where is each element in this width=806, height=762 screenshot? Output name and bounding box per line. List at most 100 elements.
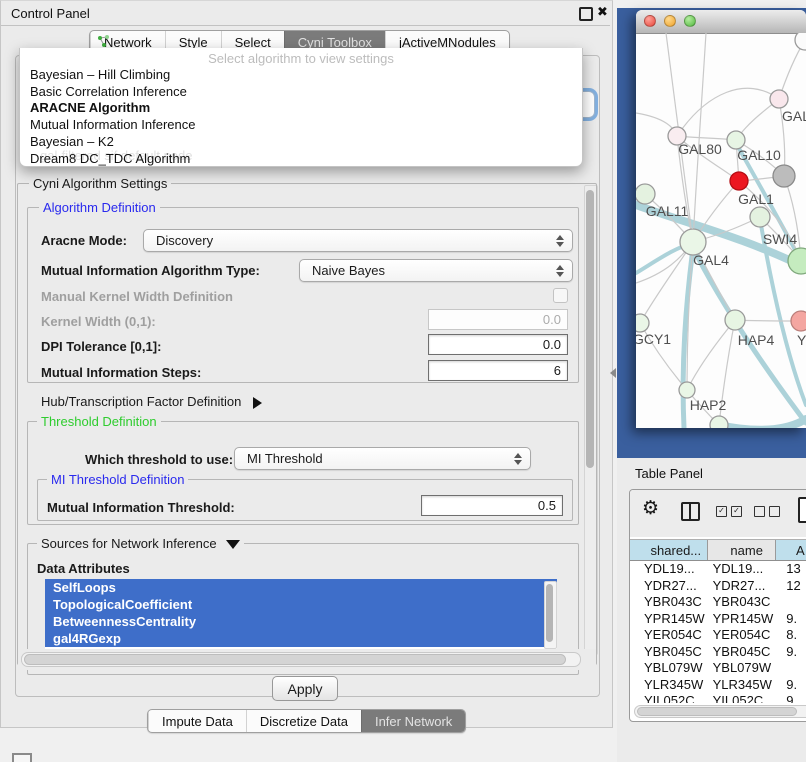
aracne-mode-label: Aracne Mode:	[41, 233, 127, 248]
tab-label: Infer Network	[375, 711, 452, 732]
network-node[interactable]	[791, 311, 806, 331]
network-node[interactable]	[636, 314, 649, 332]
cyni-bottom-tab[interactable]: Impute Data	[148, 710, 246, 732]
aracne-mode-combo[interactable]: Discovery	[143, 229, 573, 252]
network-node-label: GAL10	[737, 147, 781, 163]
which-threshold-value: MI Threshold	[247, 451, 323, 466]
network-node[interactable]	[788, 248, 806, 274]
data-attribute-item[interactable]: BetweennessCentrality	[45, 613, 557, 630]
network-node[interactable]	[730, 172, 748, 190]
network-view-window: GALGAL80GAL10GAL1GAL11SWI4GAL4GCY1HAP4YH…	[636, 10, 806, 428]
table-row[interactable]: YBR045C YBR045C 9.	[630, 644, 806, 661]
panel-splitter-arrow[interactable]	[610, 368, 616, 378]
mi-threshold-input[interactable]: 0.5	[421, 495, 563, 516]
deselect-all-checks-icon[interactable]	[754, 506, 780, 517]
network-window-titlebar[interactable]	[636, 10, 806, 34]
table-row[interactable]: YLR345W YLR345W 9.	[630, 677, 806, 694]
hub-definition-label: Hub/Transcription Factor Definition	[41, 394, 241, 409]
algorithm-list: Bayesian – Hill ClimbingBasic Correlatio…	[20, 67, 582, 167]
network-node-label: GAL	[782, 108, 806, 124]
settings-hscrollbar[interactable]	[21, 652, 581, 667]
apply-button[interactable]: Apply	[272, 676, 338, 701]
control-panel: Control Panel ✖ Network Style Select Cyn…	[0, 0, 613, 728]
sources-legend[interactable]: Sources for Network Inference	[37, 536, 244, 551]
network-node[interactable]	[750, 207, 770, 227]
table-row[interactable]: YBL079W YBL079W	[630, 660, 806, 677]
minimize-traffic-light[interactable]	[664, 15, 676, 27]
cell-shared-name: YDL19...	[630, 561, 709, 578]
cell-value: 12	[776, 578, 806, 595]
float-window-icon[interactable]	[579, 7, 593, 21]
manual-kernel-checkbox[interactable]	[553, 288, 568, 303]
corner-grip-icon[interactable]	[12, 753, 32, 762]
attr-list-vscrollbar-thumb[interactable]	[546, 584, 553, 642]
document-icon[interactable]	[798, 497, 806, 523]
gear-icon[interactable]: ⚙	[642, 499, 659, 519]
cell-value: 9.	[776, 611, 806, 628]
data-attribute-item[interactable]: SelfLoops	[45, 579, 557, 596]
apply-button-label: Apply	[287, 681, 322, 697]
select-all-checks-icon[interactable]: ✓ ✓	[716, 506, 742, 517]
table-row[interactable]: YDR27... YDR27... 12	[630, 578, 806, 595]
cyni-bottom-tab[interactable]: Discretize Data	[246, 710, 361, 732]
column-header-shared-name[interactable]: shared...	[630, 540, 708, 560]
algorithm-list-item[interactable]: ARACNE Algorithm	[20, 100, 582, 117]
which-threshold-combo[interactable]: MI Threshold	[234, 447, 531, 470]
network-node[interactable]	[725, 310, 745, 330]
close-traffic-light[interactable]	[644, 15, 656, 27]
algorithm-list-item[interactable]: Bayesian – Hill Climbing	[20, 67, 582, 84]
mi-type-combo[interactable]: Naive Bayes	[299, 259, 573, 282]
titlebar-divider	[1, 25, 610, 26]
tab-label: Discretize Data	[260, 711, 348, 732]
cell-value: 9.	[776, 677, 806, 694]
algorithm-list-item[interactable]: Dream8 DC_TDC Algorithm	[20, 151, 582, 168]
column-header-partial[interactable]: A	[776, 540, 806, 560]
cell-name: YBR045C	[709, 644, 777, 661]
table-header-row: shared... name A	[630, 539, 806, 561]
cell-value	[776, 594, 806, 611]
table-row[interactable]: YER054C YER054C 8.	[630, 627, 806, 644]
cell-name: YDR27...	[709, 578, 777, 595]
network-node[interactable]	[710, 416, 728, 428]
close-icon[interactable]: ✖	[597, 4, 608, 20]
table-hscrollbar[interactable]	[634, 705, 806, 718]
column-header-name[interactable]: name	[708, 540, 776, 560]
cyni-bottom-tab[interactable]: Infer Network	[361, 710, 465, 732]
table-hscrollbar-thumb[interactable]	[637, 707, 797, 716]
algorithm-list-item[interactable]: Bayesian – K2	[20, 134, 582, 151]
split-columns-icon[interactable]	[681, 502, 700, 521]
network-node-label: HAP4	[738, 332, 775, 348]
collapse-arrow-icon	[226, 540, 240, 549]
data-attribute-item[interactable]: TopologicalCoefficient	[45, 596, 557, 613]
table-row[interactable]: YBR043C YBR043C	[630, 594, 806, 611]
network-node-label: GAL11	[646, 203, 689, 219]
table-row[interactable]: YIL052C YIL052C 9.	[630, 693, 806, 703]
network-node-label: GAL4	[693, 252, 729, 268]
kernel-width-input[interactable]: 0.0	[428, 309, 568, 330]
mi-threshold-legend: MI Threshold Definition	[47, 472, 188, 487]
algorithm-list-item[interactable]: Basic Correlation Inference	[20, 84, 582, 101]
network-canvas[interactable]: GALGAL80GAL10GAL1GAL11SWI4GAL4GCY1HAP4YH…	[636, 33, 806, 428]
network-node[interactable]	[636, 184, 655, 204]
table-body: YDL19... YDL19... 13 YDR27... YDR27... 1…	[630, 561, 806, 703]
mi-type-value: Naive Bayes	[312, 263, 385, 278]
kernel-width-value: 0.0	[543, 312, 561, 327]
dpi-tolerance-input[interactable]: 0.0	[428, 334, 568, 355]
algorithm-dropdown-popup: Select algorithm to view settings gal-fi…	[19, 48, 583, 167]
network-node[interactable]	[679, 382, 695, 398]
network-node[interactable]	[770, 90, 788, 108]
attr-list-vscrollbar[interactable]	[544, 581, 557, 649]
table-row[interactable]: YPR145W YPR145W 9.	[630, 611, 806, 628]
table-row[interactable]: YDL19... YDL19... 13	[630, 561, 806, 578]
zoom-traffic-light[interactable]	[684, 15, 696, 27]
mi-steps-input[interactable]: 6	[428, 360, 568, 381]
hub-definition-expander[interactable]: Hub/Transcription Factor Definition	[41, 394, 262, 409]
data-attribute-item[interactable]: gal4RGexp	[45, 630, 557, 647]
network-node[interactable]	[773, 165, 795, 187]
unchecked-box-icon	[754, 506, 765, 517]
network-tab-icon	[97, 34, 110, 48]
dpi-tolerance-label: DPI Tolerance [0,1]:	[41, 339, 161, 354]
network-node[interactable]	[795, 33, 806, 50]
algorithm-list-item[interactable]: Mutual Information Inference	[20, 117, 582, 134]
settings-hscrollbar-thumb[interactable]	[24, 654, 566, 665]
